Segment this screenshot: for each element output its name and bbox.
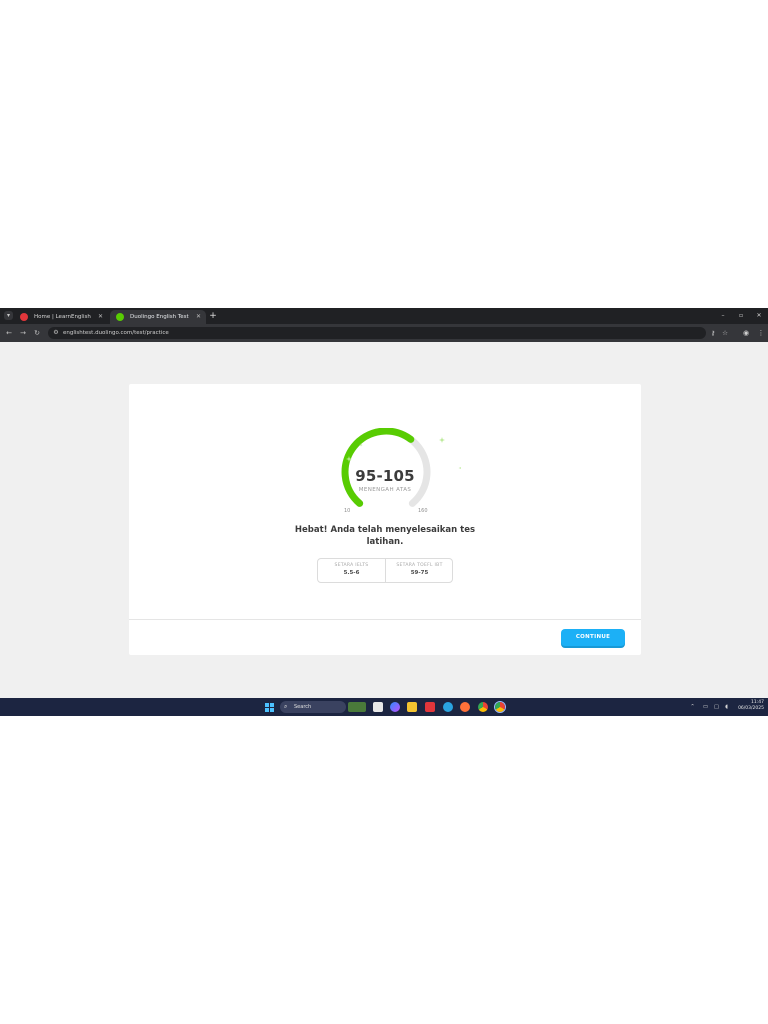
maximize-button[interactable]: ▫ xyxy=(734,310,748,322)
equivalent-value: 5.5-6 xyxy=(343,570,360,576)
equivalent-label: SETARA IELTS xyxy=(334,563,369,568)
firefox-icon[interactable] xyxy=(460,702,470,712)
footer-divider xyxy=(129,619,641,620)
system-clock[interactable]: 11:47 06/03/2025 xyxy=(734,700,764,712)
reload-icon[interactable]: ↻ xyxy=(31,327,43,339)
folder-icon[interactable] xyxy=(407,702,417,712)
tab-home-learnenglish[interactable]: Home | LearnEnglish ✕ xyxy=(14,310,108,324)
learnenglish-favicon-icon xyxy=(20,313,28,321)
ielts-equivalent: SETARA IELTS 5.5-6 xyxy=(318,559,386,582)
file-explorer-icon[interactable] xyxy=(373,702,383,712)
equivalent-label: SETARA TOEFL IBT xyxy=(396,563,443,568)
scale-min-label: 10 xyxy=(344,508,351,514)
sparkle-icon xyxy=(458,467,461,469)
search-icon: ⌕ xyxy=(284,703,288,710)
windows-taskbar: ⌕ Search ⌃ ▭ ▢ ◖ 11:47 06/03/2025 xyxy=(0,698,768,716)
tab-close-icon[interactable]: ✕ xyxy=(196,310,201,324)
score-range: 95-105 xyxy=(355,467,415,485)
browser-toolbar: ← → ↻ ⚙ englishtest.duolingo.com/test/pr… xyxy=(0,324,768,342)
scale-max-label: 160 xyxy=(418,508,428,514)
widgets-icon[interactable] xyxy=(348,702,366,712)
chrome-alt-icon[interactable] xyxy=(495,702,505,712)
profile-icon[interactable]: ◉ xyxy=(740,327,752,339)
display-icon[interactable]: ▢ xyxy=(712,702,721,712)
toefl-equivalent: SETARA TOEFL IBT 59-75 xyxy=(386,559,453,582)
volume-icon[interactable]: ◖ xyxy=(722,702,731,712)
tab-strip: ▾ Home | LearnEnglish ✕ Duolingo English… xyxy=(0,308,768,324)
desktop-screen: ▾ Home | LearnEnglish ✕ Duolingo English… xyxy=(0,308,768,716)
back-arrow-icon[interactable]: ← xyxy=(3,327,15,339)
address-bar[interactable]: ⚙ englishtest.duolingo.com/test/practice… xyxy=(48,327,728,339)
bookmark-star-icon[interactable]: ☆ xyxy=(720,327,730,339)
tab-label: Duolingo English Test xyxy=(130,314,189,320)
score-equivalents: SETARA IELTS 5.5-6 SETARA TOEFL IBT 59-7… xyxy=(317,558,453,583)
menu-dots-icon[interactable]: ⋮ xyxy=(755,327,767,339)
forward-arrow-icon[interactable]: → xyxy=(17,327,29,339)
tab-close-icon[interactable]: ✕ xyxy=(98,310,103,324)
duolingo-favicon-icon xyxy=(116,313,124,321)
new-tab-button[interactable]: + xyxy=(208,310,218,322)
url-text[interactable]: englishtest.duolingo.com/test/practice xyxy=(63,327,169,339)
key-icon[interactable]: ⚷ xyxy=(708,327,718,339)
search-placeholder: Search xyxy=(294,704,312,710)
close-window-button[interactable]: ✕ xyxy=(752,310,766,322)
site-info-icon[interactable]: ⚙ xyxy=(52,329,60,337)
continue-button[interactable]: CONTINUE xyxy=(561,629,625,646)
result-card: 95-105 MENENGAH ATAS 10 160 Hebat! Anda … xyxy=(129,384,641,655)
chrome-icon[interactable] xyxy=(478,702,488,712)
taskbar-search[interactable]: ⌕ Search xyxy=(280,701,346,713)
clock-date: 06/03/2025 xyxy=(738,706,764,711)
copilot-icon[interactable] xyxy=(390,702,400,712)
tab-search-icon[interactable]: ▾ xyxy=(4,311,13,320)
tray-chevron-icon[interactable]: ⌃ xyxy=(688,702,697,712)
tab-duolingo-english-test[interactable]: Duolingo English Test ✕ xyxy=(110,310,206,324)
edge-icon[interactable] xyxy=(443,702,453,712)
sparkle-icon xyxy=(439,437,445,443)
minimize-button[interactable]: – xyxy=(716,310,730,322)
store-icon[interactable] xyxy=(425,702,435,712)
network-icon[interactable]: ▭ xyxy=(701,702,710,712)
tab-label: Home | LearnEnglish xyxy=(34,314,91,320)
start-icon[interactable] xyxy=(265,703,274,712)
page-background: 95-105 MENENGAH ATAS 10 160 Hebat! Anda … xyxy=(0,342,768,698)
equivalent-value: 59-75 xyxy=(410,570,429,576)
score-level: MENENGAH ATAS xyxy=(358,487,412,493)
completion-message: Hebat! Anda telah menyelesaikan tes lati… xyxy=(294,525,476,547)
